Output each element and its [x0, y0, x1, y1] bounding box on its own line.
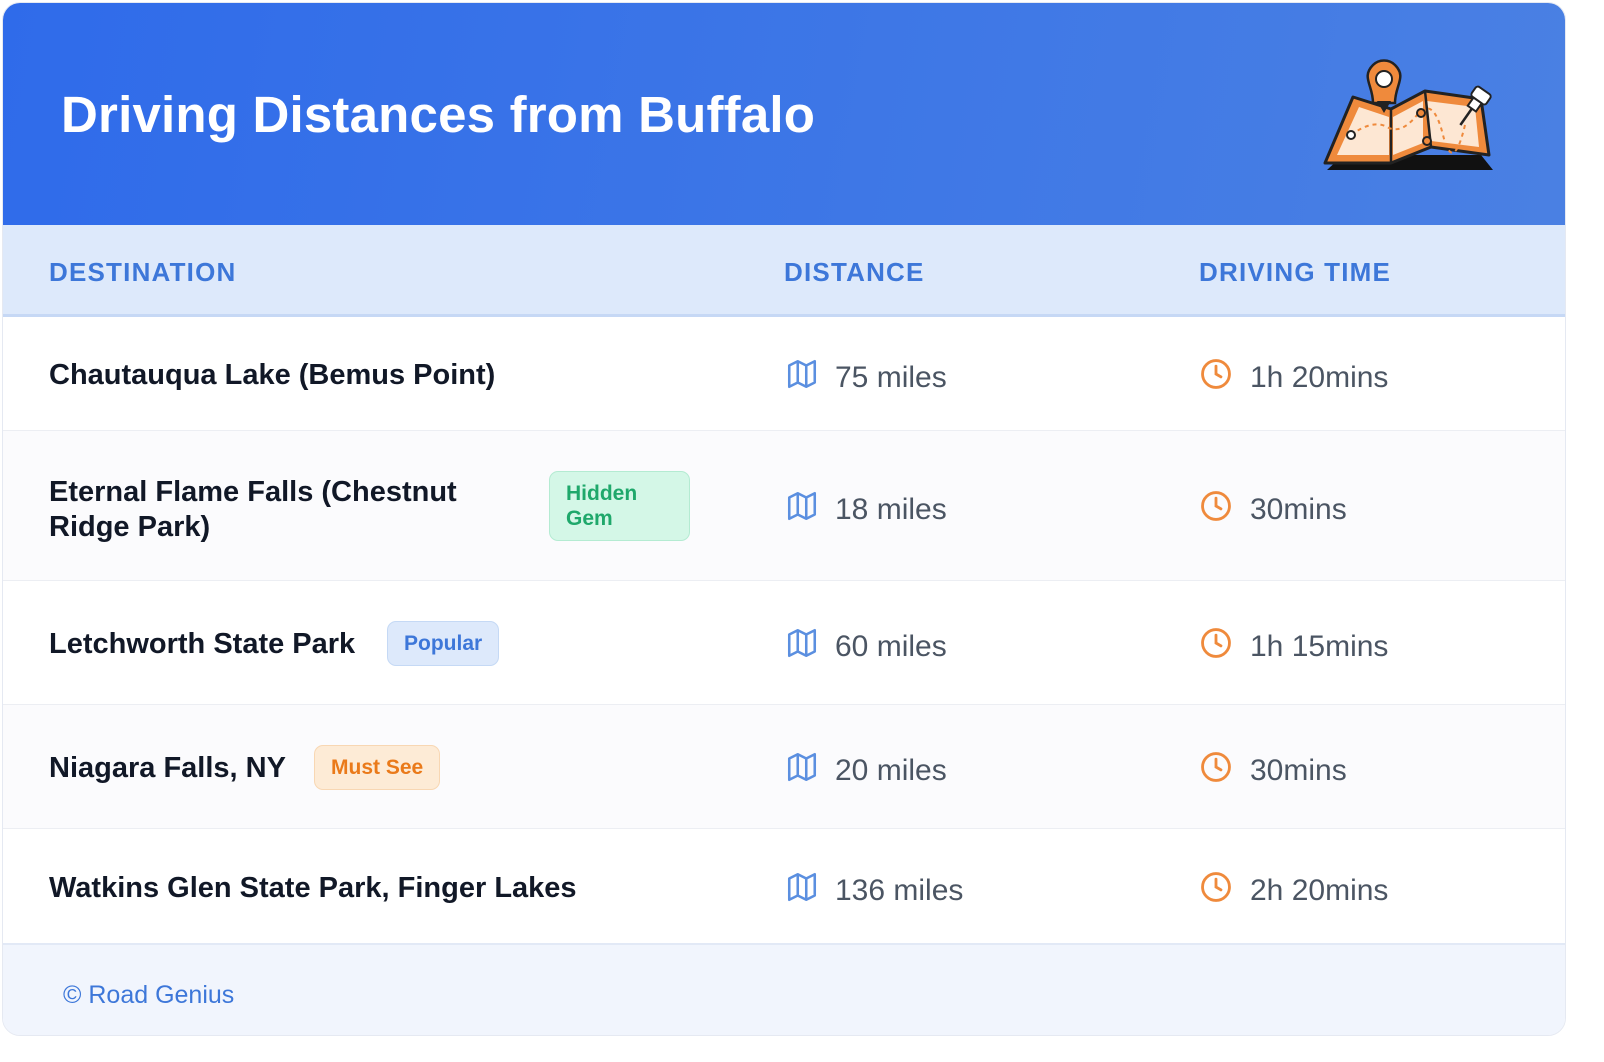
- table-row: Niagara Falls, NY Must See 20 miles 30mi…: [3, 705, 1565, 829]
- map-icon: [787, 872, 817, 902]
- clock-icon: [1201, 628, 1231, 658]
- map-icon: [787, 628, 817, 658]
- page-title: Driving Distances from Buffalo: [61, 86, 816, 143]
- map-illustration-icon: [1323, 59, 1493, 170]
- destination-name-line: Eternal Flame Falls (Chestnut: [49, 476, 457, 508]
- column-header-distance: DISTANCE: [784, 257, 925, 287]
- destination-name-line: Ridge Park): [49, 511, 211, 543]
- table-row: Chautauqua Lake (Bemus Point) 75 miles 1…: [3, 317, 1565, 431]
- badge-label-line: Hidden: [566, 482, 638, 505]
- distance-value: 75 miles: [835, 361, 947, 394]
- distance-value: 136 miles: [835, 874, 964, 907]
- clock-icon: [1201, 872, 1231, 902]
- destination-name: Chautauqua Lake (Bemus Point): [49, 359, 496, 391]
- map-icon: [787, 359, 817, 389]
- copyright-text: © Road Genius: [63, 981, 235, 1009]
- table-row: Eternal Flame Falls (Chestnut Ridge Park…: [3, 431, 1565, 581]
- clock-icon: [1201, 359, 1231, 389]
- clock-icon: [1201, 752, 1231, 782]
- driving-time-value: 2h 20mins: [1250, 874, 1389, 907]
- footer: © Road Genius: [3, 943, 1565, 1035]
- distance-card: Driving Distances from Buffalo DESTINATI: [2, 2, 1566, 1036]
- driving-time-value: 30mins: [1250, 493, 1347, 526]
- map-icon: [787, 491, 817, 521]
- table-row: Watkins Glen State Park, Finger Lakes 13…: [3, 829, 1565, 943]
- distance-value: 20 miles: [835, 754, 947, 787]
- destination-name: Niagara Falls, NY: [49, 752, 286, 784]
- driving-time-value: 1h 15mins: [1250, 630, 1389, 663]
- status-badge: Hidden Gem: [549, 471, 690, 541]
- badge-label-line: Gem: [566, 507, 613, 530]
- status-badge: Popular: [387, 621, 500, 666]
- driving-time-value: 30mins: [1250, 754, 1347, 787]
- column-header-destination: DESTINATION: [49, 257, 237, 287]
- distance-value: 18 miles: [835, 493, 947, 526]
- clock-icon: [1201, 491, 1231, 521]
- column-header-driving-time: DRIVING TIME: [1199, 257, 1392, 287]
- destination-name: Watkins Glen State Park, Finger Lakes: [49, 872, 577, 904]
- card-header: Driving Distances from Buffalo: [3, 3, 1565, 225]
- map-icon: [787, 752, 817, 782]
- driving-time-value: 1h 20mins: [1250, 361, 1389, 394]
- table-header: DESTINATION DISTANCE DRIVING TIME: [3, 225, 1565, 317]
- distance-value: 60 miles: [835, 630, 947, 663]
- table-row: Letchworth State Park Popular 60 miles 1…: [3, 581, 1565, 705]
- status-badge: Must See: [314, 745, 441, 790]
- destination-name: Eternal Flame Falls (Chestnut Ridge Park…: [49, 475, 457, 545]
- destination-name: Letchworth State Park: [49, 628, 356, 660]
